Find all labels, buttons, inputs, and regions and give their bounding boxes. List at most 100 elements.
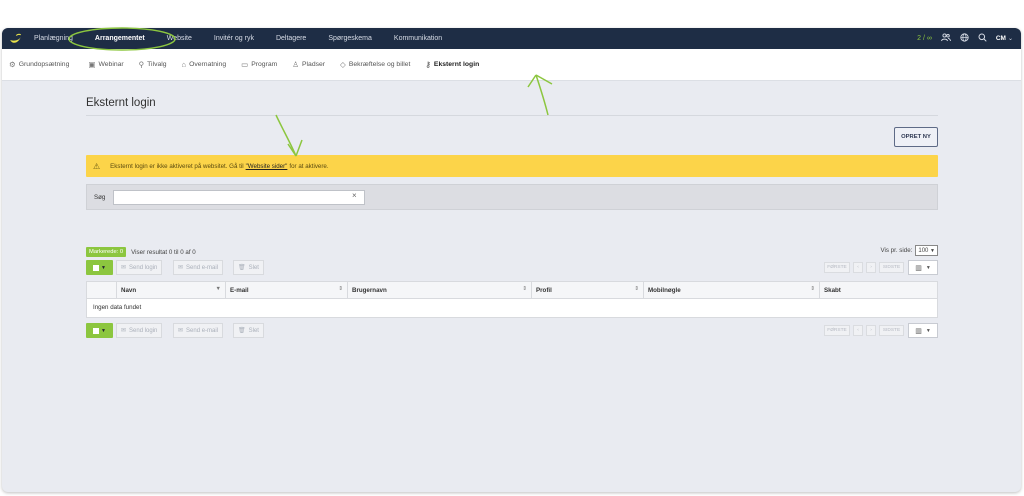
per-page-value: 100: [918, 247, 929, 254]
app-window: Planlægning Arrangementet Website Invité…: [2, 28, 1021, 492]
user-initials: CM: [995, 35, 1006, 42]
create-new-button[interactable]: OPRET NY: [894, 127, 938, 147]
pager-last[interactable]: SIDSTE: [879, 262, 904, 273]
select-all-dropdown[interactable]: ▼: [86, 323, 113, 338]
chevron-down-icon: ▼: [930, 247, 935, 254]
pager-next[interactable]: ›: [866, 262, 876, 273]
column-header-brugernavn[interactable]: Brugernavn ⇕: [348, 282, 532, 299]
topnav-item-kommunikation[interactable]: Kommunikation: [394, 35, 442, 42]
tab-overnatning[interactable]: ⌂ Overnatning: [182, 60, 227, 69]
topnav-item-inviter-og-ryk[interactable]: Invitér og ryk: [214, 35, 254, 42]
topnav-item-deltagere[interactable]: Deltagere: [276, 35, 306, 42]
topnav-item-website[interactable]: Website: [167, 35, 192, 42]
tab-label: Webinar: [98, 61, 124, 68]
table-header: Navn ▼ E-mail ⇕ Brugernavn ⇕ Profil ⇕ Mobiln…: [87, 282, 937, 299]
sort-icon: ⇕: [338, 286, 343, 292]
tab-grundopsaetning[interactable]: ⚙ Grundopsætning: [9, 60, 69, 69]
button-label: Send login: [129, 327, 158, 334]
top-navigation-bar: Planlægning Arrangementet Website Invité…: [2, 28, 1021, 49]
data-table: Navn ▼ E-mail ⇕ Brugernavn ⇕ Profil ⇕ Mobiln…: [86, 281, 938, 318]
pager-next[interactable]: ›: [866, 325, 876, 336]
column-header-navn[interactable]: Navn ▼: [117, 282, 226, 299]
send-email-button[interactable]: ✉ Send e-mail: [173, 260, 224, 275]
warning-banner: ⚠ Eksternt login er ikke aktiveret på we…: [86, 155, 938, 177]
app-logo[interactable]: [8, 31, 23, 46]
tab-pladser[interactable]: ♙ Pladser: [292, 60, 325, 69]
column-header-email[interactable]: E-mail ⇕: [226, 282, 348, 299]
pager-first[interactable]: FØRSTE: [824, 262, 850, 273]
tab-label: Bekræftelse og billet: [348, 61, 411, 68]
calendar-icon: ▭: [241, 60, 249, 69]
key-icon: ⚷: [425, 60, 431, 69]
column-select: [87, 282, 117, 299]
button-label: Send e-mail: [186, 264, 219, 271]
warning-text: Eksternt login er ikke aktiveret på webs…: [110, 162, 244, 170]
action-bar-bottom: ▼ ✉ Send login ✉ Send e-mail 🗑 Slet FØRSTE …: [86, 323, 938, 338]
button-label: Slet: [248, 327, 259, 334]
status-row: Markerede: 0 Viser resultat 0 til 0 af 0…: [86, 245, 938, 259]
tab-label: Program: [251, 61, 278, 68]
people-icon[interactable]: [940, 33, 951, 44]
delete-button[interactable]: 🗑 Slet: [233, 323, 264, 338]
tab-webinar[interactable]: ▣ Webinar: [88, 60, 123, 69]
tab-label: Tilvalg: [147, 61, 167, 68]
action-bar-top: ▼ ✉ Send login ✉ Send e-mail 🗑 Slet FØRSTE …: [86, 260, 938, 275]
website-pages-link[interactable]: "Website sider": [246, 163, 288, 170]
ticket-icon: ◇: [340, 60, 346, 69]
column-header-profil[interactable]: Profil ⇕: [532, 282, 644, 299]
per-page-control: Vis pr. side: 100 ▼: [880, 245, 938, 256]
mail-icon: ✉: [178, 328, 184, 334]
user-menu[interactable]: CM ⌄: [996, 35, 1013, 42]
columns-icon: ▥: [915, 264, 922, 272]
send-login-button[interactable]: ✉ Send login: [116, 260, 163, 275]
send-email-button[interactable]: ✉ Send e-mail: [173, 323, 224, 338]
column-label: Navn: [121, 287, 137, 294]
main-menu: Planlægning Arrangementet Website Invité…: [34, 28, 464, 49]
pager-last[interactable]: SIDSTE: [879, 325, 904, 336]
column-header-skabt[interactable]: Skabt: [820, 282, 937, 299]
tab-eksternt-login[interactable]: ⚷ Eksternt login: [425, 60, 479, 69]
topnav-item-planlaegning[interactable]: Planlægning: [34, 35, 73, 42]
mail-icon: ✉: [121, 328, 127, 334]
pager-prev[interactable]: ‹: [853, 262, 863, 273]
search-input[interactable]: [113, 189, 366, 205]
select-all-dropdown[interactable]: ▼: [86, 260, 113, 275]
column-label: Brugernavn: [352, 287, 387, 294]
per-page-select[interactable]: 100 ▼: [915, 245, 938, 256]
clear-search-icon[interactable]: ×: [352, 191, 357, 200]
checkbox-icon: [93, 264, 100, 271]
sort-desc-icon: ▼: [215, 286, 221, 292]
column-label: Mobilnøgle: [648, 287, 681, 294]
section-tabs: ⚙ Grundopsætning ▣ Webinar ⚲ Tilvalg ⌂ Overn…: [2, 49, 1021, 81]
column-header-mobilnoegle[interactable]: Mobilnøgle ⇕: [644, 282, 820, 299]
search-icon[interactable]: [978, 33, 987, 44]
columns-icon: ▥: [915, 327, 922, 335]
globe-icon[interactable]: [960, 33, 969, 44]
search-bar: Søg ×: [86, 184, 938, 210]
top-right-tools: 2 / ∞ CM ⌄: [917, 28, 1013, 49]
column-label: Skabt: [824, 287, 841, 294]
column-chooser-button[interactable]: ▥ ▼: [908, 323, 938, 338]
caret-down-icon: ▼: [101, 327, 106, 334]
trash-icon: 🗑: [238, 328, 246, 334]
column-chooser-button[interactable]: ▥ ▼: [908, 260, 938, 275]
column-label: Profil: [536, 287, 552, 294]
trash-icon: 🗑: [238, 265, 246, 271]
tab-program[interactable]: ▭ Program: [241, 60, 277, 69]
warning-icon: ⚠: [93, 161, 101, 171]
bed-icon: ⌂: [181, 60, 187, 69]
tab-label: Grundopsætning: [18, 61, 70, 68]
pager-prev[interactable]: ‹: [853, 325, 863, 336]
topnav-item-spoergeskema[interactable]: Spørgeskema: [328, 35, 372, 42]
topnav-item-arrangementet[interactable]: Arrangementet: [95, 35, 145, 42]
seat-icon: ♙: [292, 60, 299, 69]
caret-down-icon: ▼: [925, 327, 931, 334]
tab-tilvalg[interactable]: ⚲ Tilvalg: [139, 60, 167, 69]
delete-button[interactable]: 🗑 Slet: [233, 260, 264, 275]
event-count: 2 / ∞: [917, 35, 932, 42]
tab-bekraeftelse-og-billet[interactable]: ◇ Bekræftelse og billet: [340, 60, 410, 69]
button-label: Slet: [248, 264, 259, 271]
send-login-button[interactable]: ✉ Send login: [116, 323, 163, 338]
pager-first[interactable]: FØRSTE: [824, 325, 850, 336]
page-title: Eksternt login: [86, 97, 156, 109]
